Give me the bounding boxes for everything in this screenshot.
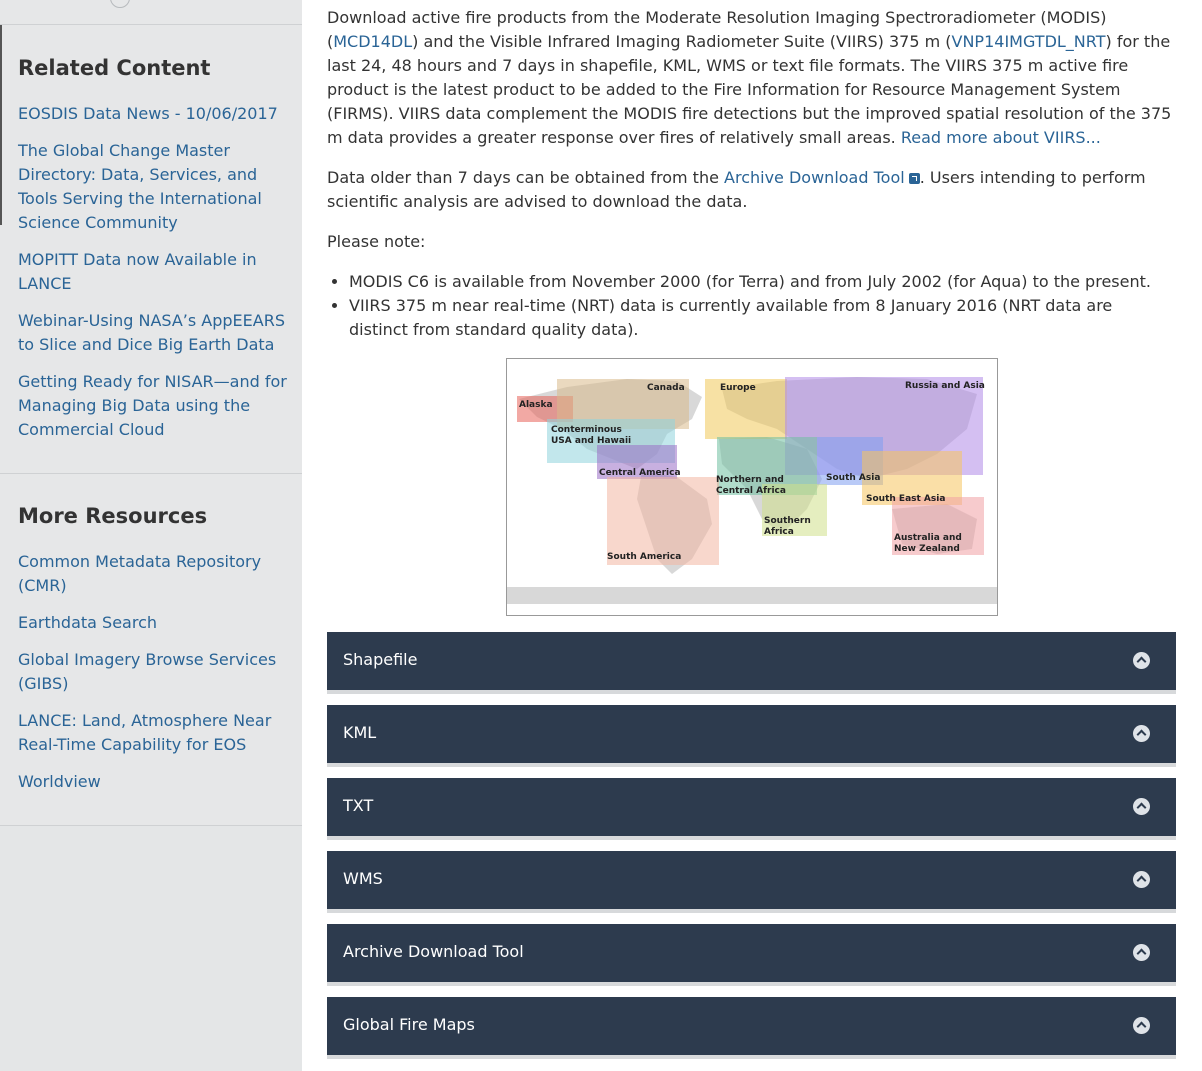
accordion-label: WMS	[343, 869, 383, 888]
related-link-appeears[interactable]: Webinar-Using NASA’s AppEEARS to Slice a…	[18, 309, 288, 357]
sidebar-top-icon[interactable]	[110, 0, 130, 8]
list-item: The Global Change Master Directory: Data…	[18, 139, 288, 235]
map-label: Alaska	[519, 400, 553, 410]
map-label: South Asia	[826, 473, 880, 483]
map-label: South East Asia	[866, 494, 945, 504]
resource-link-earthdata-search[interactable]: Earthdata Search	[18, 611, 288, 635]
accordion-label: TXT	[343, 796, 374, 815]
accordion-wms[interactable]: WMS	[327, 851, 1176, 913]
archive-download-tool-link[interactable]: Archive Download Tool	[724, 168, 920, 187]
list-item: Common Metadata Repository (CMR)	[18, 550, 288, 598]
accordion-label: Archive Download Tool	[343, 942, 524, 961]
intro-text-2: ) and the Visible Infrared Imaging Radio…	[412, 32, 952, 51]
regions-map-svg: Alaska Canada Europe Russia and Asia Con…	[507, 377, 997, 604]
resource-link-lance[interactable]: LANCE: Land, Atmosphere Near Real-Time C…	[18, 709, 288, 757]
external-link-icon	[908, 173, 920, 184]
read-more-viirs-link[interactable]: Read more about VIIRS...	[901, 128, 1101, 147]
archive-paragraph: Data older than 7 days can be obtained f…	[327, 166, 1175, 214]
chevron-up-icon[interactable]	[1133, 1017, 1150, 1034]
chevron-up-icon[interactable]	[1133, 798, 1150, 815]
related-link-gcmd[interactable]: The Global Change Master Directory: Data…	[18, 139, 288, 235]
chevron-up-icon[interactable]	[1133, 652, 1150, 669]
map-label: Australia and New Zealand	[894, 533, 962, 554]
archive-text-1: Data older than 7 days can be obtained f…	[327, 168, 725, 187]
please-note-label: Please note:	[327, 232, 426, 251]
accordion-label: Shapefile	[343, 650, 418, 669]
list-item: EOSDIS Data News - 10/06/2017	[18, 102, 288, 126]
sidebar-divider	[0, 473, 302, 474]
map-label: Canada	[647, 383, 685, 393]
regions-map[interactable]: Alaska Canada Europe Russia and Asia Con…	[506, 358, 998, 616]
list-item: Webinar-Using NASA’s AppEEARS to Slice a…	[18, 309, 288, 357]
accordion-shapefile[interactable]: Shapefile	[327, 632, 1176, 694]
notes-list: MODIS C6 is available from November 2000…	[327, 270, 1175, 342]
map-label: Northern and Central Africa	[716, 475, 786, 496]
list-item: Worldview	[18, 770, 288, 794]
related-link-eosdis-news[interactable]: EOSDIS Data News - 10/06/2017	[18, 102, 288, 126]
accordion-label: KML	[343, 723, 377, 742]
sidebar-footer-area	[0, 826, 302, 1071]
map-label: Conterminous USA and Hawaii	[551, 425, 631, 446]
list-item: Getting Ready for NISAR—and for Managing…	[18, 370, 288, 442]
resource-link-cmr[interactable]: Common Metadata Repository (CMR)	[18, 550, 288, 598]
accordion-archive-download-tool[interactable]: Archive Download Tool	[327, 924, 1176, 986]
vnp14imgtdl-link[interactable]: VNP14IMGTDL_NRT	[952, 32, 1106, 51]
list-item: VIIRS 375 m near real-time (NRT) data is…	[349, 294, 1175, 342]
related-link-mopitt[interactable]: MOPITT Data now Available in LANCE	[18, 248, 288, 296]
map-label: Russia and Asia	[905, 381, 985, 391]
resource-link-worldview[interactable]: Worldview	[18, 770, 288, 794]
related-link-nisar[interactable]: Getting Ready for NISAR—and for Managing…	[18, 370, 288, 442]
accordion-txt[interactable]: TXT	[327, 778, 1176, 840]
map-label: Europe	[720, 383, 756, 393]
list-item: Earthdata Search	[18, 611, 288, 635]
resource-link-gibs[interactable]: Global Imagery Browse Services (GIBS)	[18, 648, 288, 696]
more-resources-heading: More Resources	[18, 504, 208, 528]
accordion-label: Global Fire Maps	[343, 1015, 475, 1034]
accordion-kml[interactable]: KML	[327, 705, 1176, 767]
mcd14dl-link[interactable]: MCD14DL	[333, 32, 412, 51]
list-item: MOPITT Data now Available in LANCE	[18, 248, 288, 296]
archive-link-label: Archive Download Tool	[724, 168, 905, 187]
more-resources-list: Common Metadata Repository (CMR) Earthda…	[18, 550, 288, 807]
list-item: Global Imagery Browse Services (GIBS)	[18, 648, 288, 696]
sidebar-top-strip	[0, 0, 302, 25]
related-content-list: EOSDIS Data News - 10/06/2017 The Global…	[18, 102, 288, 455]
sidebar-left-edge	[0, 25, 2, 225]
list-item: LANCE: Land, Atmosphere Near Real-Time C…	[18, 709, 288, 757]
sidebar: Related Content EOSDIS Data News - 10/06…	[0, 0, 302, 1071]
map-label: Central America	[599, 468, 681, 478]
related-content-heading: Related Content	[18, 56, 211, 80]
chevron-up-icon[interactable]	[1133, 871, 1150, 888]
chevron-up-icon[interactable]	[1133, 725, 1150, 742]
intro-paragraph: Download active fire products from the M…	[327, 6, 1175, 150]
map-label: South America	[607, 552, 681, 562]
chevron-up-icon[interactable]	[1133, 944, 1150, 961]
accordion-global-fire-maps[interactable]: Global Fire Maps	[327, 997, 1176, 1059]
list-item: MODIS C6 is available from November 2000…	[349, 270, 1175, 294]
